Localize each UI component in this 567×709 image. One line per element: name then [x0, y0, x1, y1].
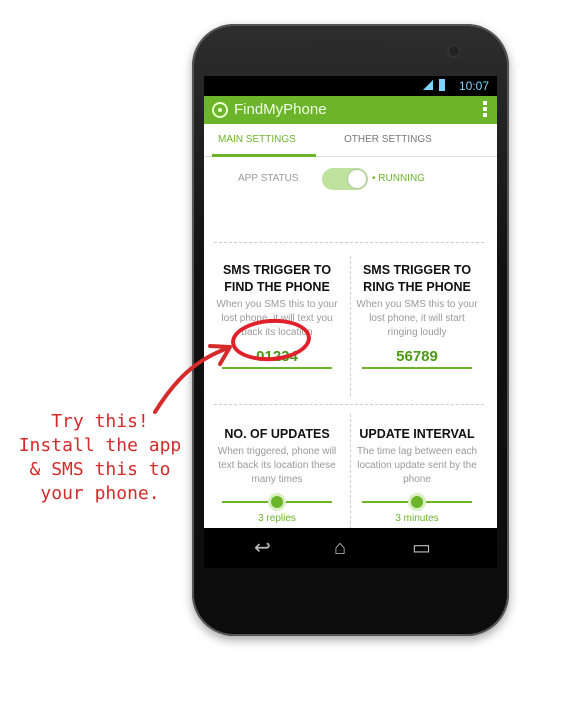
divider — [350, 414, 351, 544]
app-status-label: APP STATUS — [238, 173, 299, 184]
divider — [350, 256, 351, 396]
slider-thumb[interactable] — [271, 496, 283, 508]
app-title: FindMyPhone — [234, 101, 327, 118]
overflow-menu-icon[interactable] — [483, 101, 487, 119]
card-heading: SMS TRIGGER TO FIND THE PHONE — [222, 263, 332, 294]
crosshair-icon — [212, 102, 228, 118]
slider-thumb[interactable] — [411, 496, 423, 508]
tab-main-settings[interactable]: MAIN SETTINGS — [218, 134, 296, 145]
battery-icon — [439, 79, 445, 91]
annotation-line: Try this! — [51, 411, 149, 432]
card-heading: UPDATE INTERVAL — [359, 427, 475, 441]
annotation-line: Install the app — [18, 435, 182, 456]
card-updates: NO. OF UPDATES When triggered, phone wil… — [214, 426, 340, 524]
home-icon[interactable]: ⌂ — [334, 538, 346, 558]
card-description: The time lag between each location updat… — [356, 446, 478, 485]
arrow-icon — [153, 344, 232, 414]
card-sms-ring: SMS TRIGGER TO RING THE PHONE When you S… — [354, 262, 480, 369]
action-bar: FindMyPhone — [204, 96, 497, 124]
annotation-line: & SMS this to — [29, 459, 171, 480]
card-description: When you SMS this to your lost phone, it… — [356, 299, 478, 338]
status-time: 10:07 — [458, 79, 489, 93]
card-interval: UPDATE INTERVAL The time lag between eac… — [354, 426, 480, 524]
tab-bar: MAIN SETTINGS OTHER SETTINGS — [204, 124, 497, 157]
annotation-line: your phone. — [40, 483, 160, 504]
status-bar: 10:07 — [204, 76, 497, 96]
divider — [214, 404, 484, 405]
card-description: When triggered, phone will text back its… — [217, 446, 337, 485]
app-status-state: • RUNNING — [372, 173, 425, 184]
tab-other-settings[interactable]: OTHER SETTINGS — [344, 134, 432, 145]
front-camera — [449, 46, 459, 56]
annotation-note: Try this! Install the app & SMS this to … — [10, 410, 190, 506]
card-heading: SMS TRIGGER TO RING THE PHONE — [362, 263, 472, 294]
nav-bar: ↩ ⌂ ▭ — [204, 528, 497, 568]
signal-icon — [423, 80, 433, 90]
updates-slider[interactable] — [222, 495, 332, 509]
earpiece — [313, 40, 389, 46]
app-status-toggle[interactable] — [322, 168, 368, 190]
divider — [214, 242, 484, 243]
card-heading: NO. OF UPDATES — [224, 427, 330, 441]
input-underline — [362, 367, 472, 369]
interval-slider[interactable] — [362, 495, 472, 509]
app-status-row: APP STATUS • RUNNING — [204, 157, 497, 201]
interval-caption: 3 minutes — [395, 513, 439, 524]
updates-caption: 3 replies — [258, 513, 296, 524]
toggle-knob — [348, 170, 366, 188]
back-icon[interactable]: ↩ — [254, 538, 271, 558]
recents-icon[interactable]: ▭ — [412, 538, 431, 558]
sms-ring-code[interactable]: 56789 — [354, 348, 480, 365]
screen: 10:07 FindMyPhone MAIN SETTINGS OTHER SE… — [204, 76, 497, 568]
